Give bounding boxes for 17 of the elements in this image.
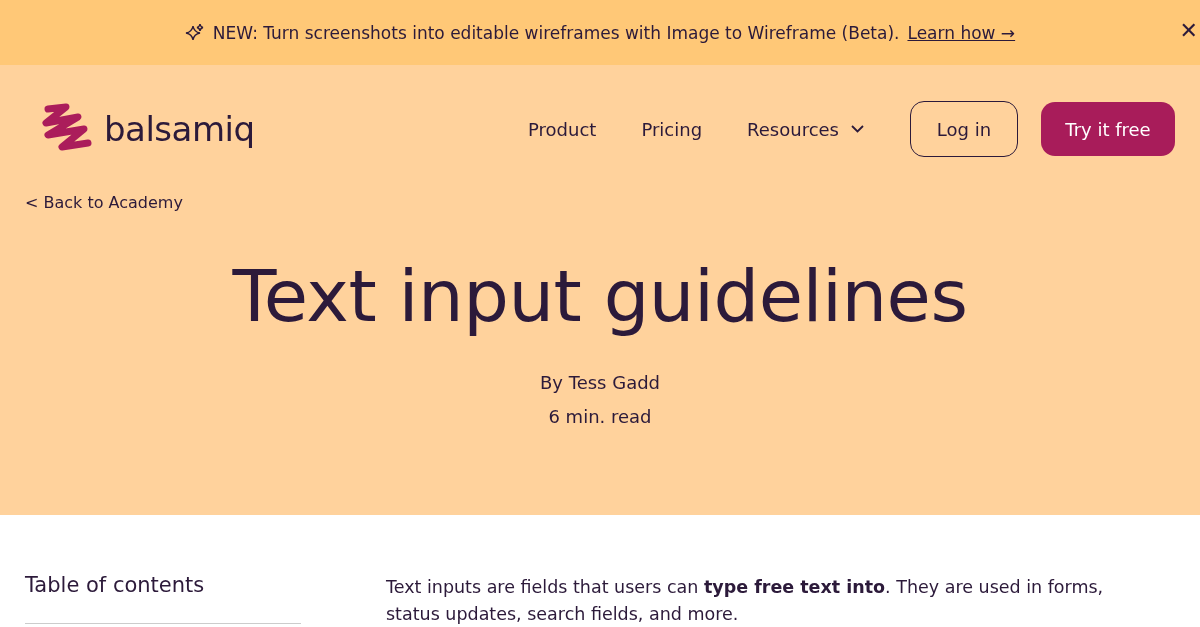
banner-text: NEW: Turn screenshots into editable wireframes with Image to Wireframe (Beta). (212, 22, 900, 43)
author: By Tess Gadd (539, 371, 660, 395)
page-title: Text input guidelines (231, 254, 969, 338)
sparkle-icon (184, 22, 205, 43)
chevron-down-icon (851, 125, 864, 133)
intro-paragraph: Text inputs are fields that users can type free text into. They are used in forms, status updates, search fields, and more. (386, 576, 1105, 626)
try-free-button[interactable]: Try it free (1041, 102, 1175, 156)
login-button[interactable]: Log in (910, 101, 1018, 157)
nav-link[interactable]: Pricing (641, 118, 703, 140)
read-time: 6 min. read (548, 405, 652, 429)
toc-title: Table of contents (25, 573, 205, 597)
nav-dropdown[interactable]: Resources (747, 118, 864, 140)
back-link[interactable]: < Back to Academy (25, 193, 183, 212)
nav-link[interactable]: Product (528, 118, 597, 140)
learn-how-link[interactable]: Learn how → (907, 22, 1016, 43)
close-button[interactable]: ✕ (1177, 18, 1200, 43)
logo-text: balsamiq (104, 109, 255, 149)
